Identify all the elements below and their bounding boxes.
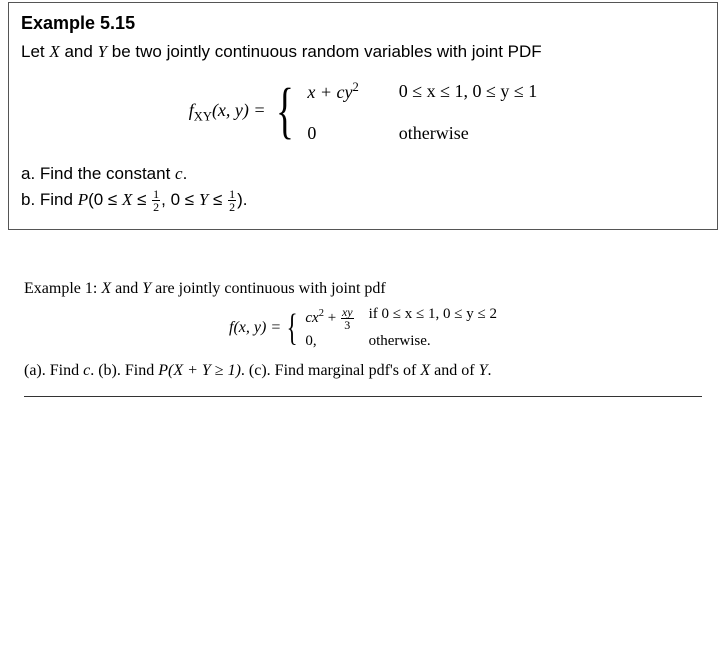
ex2-equation: f(x, y) = { cx2 + xy3 if 0 ≤ x ≤ 1, 0 ≤ … <box>24 306 702 350</box>
q2b-in: (X + Y ≥ 1) <box>168 362 241 379</box>
qb-fraction-2: 12 <box>228 188 236 213</box>
case1-cond-text: 0 ≤ x ≤ 1, 0 ≤ y ≤ 1 <box>399 81 538 101</box>
qb-prefix: b. Find <box>21 190 78 209</box>
ex2-c1-if: if <box>369 306 382 322</box>
qb-x: X <box>122 190 132 209</box>
q2b: (b). Find <box>98 362 158 379</box>
q2a: (a). Find <box>24 362 83 379</box>
ex2-case1-expr: cx2 + xy3 <box>305 306 354 331</box>
ex2-case2-cond: otherwise. <box>369 333 497 350</box>
intro-suffix: be two jointly continuous random variabl… <box>107 42 542 61</box>
qb-f2-den: 2 <box>228 201 236 213</box>
qb-leq2: ≤ <box>208 190 227 209</box>
ex2-c1-den: 3 <box>341 319 354 331</box>
question-b: b. Find P(0 ≤ X ≤ 12, 0 ≤ Y ≤ 12). <box>21 188 705 213</box>
ex2-prefix: Example 1: <box>24 280 101 297</box>
question-a: a. Find the constant c. <box>21 164 705 184</box>
q2c-and: and of <box>430 362 478 379</box>
qb-fraction-1: 12 <box>152 188 160 213</box>
var-x: X <box>49 42 59 61</box>
q2b-p: P <box>158 362 168 379</box>
qb-open: (0 ≤ <box>88 190 122 209</box>
qb-p: P <box>78 190 88 209</box>
example-box-1: Example 5.15 Let X and Y be two jointly … <box>8 2 718 230</box>
brace2-icon: { <box>287 313 298 343</box>
fn-subscript: XY <box>194 109 212 123</box>
case2-condition: otherwise <box>399 123 538 144</box>
var-y: Y <box>98 42 107 61</box>
qa-prefix: a. Find the constant <box>21 164 175 183</box>
case1-condition: 0 ≤ x ≤ 1, 0 ≤ y ≤ 1 <box>399 81 538 102</box>
pdf-equation: fXY(x, y) = { x + cy2 0 ≤ x ≤ 1, 0 ≤ y ≤… <box>21 80 705 144</box>
qb-f1-den: 2 <box>152 201 160 213</box>
qa-var: c <box>175 164 183 183</box>
ex2-y: Y <box>142 280 151 297</box>
fn-args: (x, y) = <box>212 100 266 120</box>
q2c-end: . <box>487 362 491 379</box>
ex2-case1-cond: if 0 ≤ x ≤ 1, 0 ≤ y ≤ 2 <box>369 306 497 331</box>
q2c-x: X <box>420 362 430 379</box>
q2b-end: . <box>241 362 249 379</box>
qb-mid: , 0 ≤ <box>161 190 199 209</box>
ex2-cases-grid: cx2 + xy3 if 0 ≤ x ≤ 1, 0 ≤ y ≤ 2 0, oth… <box>305 306 497 350</box>
ex2-and: and <box>111 280 142 297</box>
example-intro: Let X and Y be two jointly continuous ra… <box>21 40 705 64</box>
qb-close: ). <box>237 190 247 209</box>
ex2-x: X <box>101 280 111 297</box>
ex2-intro: Example 1: X and Y are jointly continuou… <box>24 280 702 298</box>
intro-text: Let <box>21 42 49 61</box>
ex2-c1-frac: xy3 <box>341 306 354 331</box>
intro-and: and <box>60 42 98 61</box>
example-box-2: Example 1: X and Y are jointly continuou… <box>24 280 702 397</box>
case1-core: x + cy <box>307 82 352 102</box>
case1-exponent: 2 <box>352 80 358 94</box>
example-title: Example 5.15 <box>21 13 705 34</box>
qb-leq1: ≤ <box>132 190 151 209</box>
ex2-c1-num: xy <box>341 306 354 319</box>
qa-suffix: . <box>183 164 188 183</box>
qb-f1-num: 1 <box>152 188 160 201</box>
ex2-c1a: cx <box>305 310 318 326</box>
cases-grid: x + cy2 0 ≤ x ≤ 1, 0 ≤ y ≤ 1 0 otherwise <box>307 80 537 144</box>
ex2-case2-expr: 0, <box>305 333 354 350</box>
q2c: (c). Find marginal pdf's of <box>249 362 420 379</box>
ex2-suffix: are jointly continuous with joint pdf <box>151 280 386 297</box>
qb-f2-num: 1 <box>228 188 236 201</box>
case1-expression: x + cy2 <box>307 80 358 103</box>
equation-lhs: fXY(x, y) = <box>189 100 266 125</box>
ex2-lhs: f(x, y) = <box>229 319 281 337</box>
qb-y: Y <box>199 190 208 209</box>
ex2-c1-cond: 0 ≤ x ≤ 1, 0 ≤ y ≤ 2 <box>382 306 497 322</box>
ex2-c1-plus: + <box>324 310 340 326</box>
ex2-questions: (a). Find c. (b). Find P(X + Y ≥ 1). (c)… <box>24 362 702 380</box>
case2-expression: 0 <box>307 123 358 144</box>
brace-icon: { <box>276 84 294 140</box>
